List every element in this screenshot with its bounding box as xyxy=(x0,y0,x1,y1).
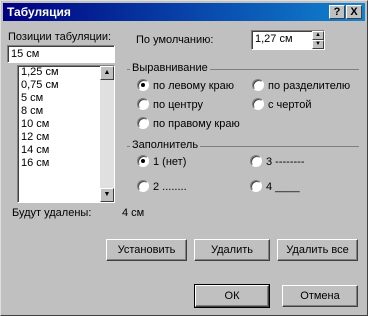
tab-positions-list[interactable]: 1,25 см 0,75 см 5 см 8 см 10 см 12 см 14 см 16 … xyxy=(17,65,115,203)
clear-button[interactable]: Удалить xyxy=(194,239,270,261)
spin-up-icon[interactable]: ▲ xyxy=(312,31,324,40)
leader-underline-radio[interactable]: 4 ____ xyxy=(250,180,300,194)
align-left-label: по левому краю xyxy=(153,80,235,92)
scroll-up-icon[interactable]: ▲ xyxy=(100,66,114,80)
leader-underline-label: 4 ____ xyxy=(266,181,300,193)
leader-none-label: 1 (нет) xyxy=(153,156,187,168)
close-button[interactable]: X xyxy=(346,5,362,19)
align-bar-label: с чертой xyxy=(268,99,312,111)
spin-down-icon[interactable]: ▼ xyxy=(312,40,324,49)
to-clear-label: Будут удалены: xyxy=(12,207,92,219)
list-scrollbar[interactable]: ▲ ▼ xyxy=(100,66,114,202)
clear-all-button[interactable]: Удалить все xyxy=(277,239,358,261)
scroll-down-icon[interactable]: ▼ xyxy=(100,188,114,202)
leader-dashes-radio[interactable]: 3 -------- xyxy=(250,155,304,169)
set-button[interactable]: Установить xyxy=(106,239,187,261)
leader-dots-radio[interactable]: 2 ........ xyxy=(137,180,187,194)
radio-selected-icon xyxy=(137,155,149,167)
tabs-dialog: Табуляция ? X Позиции табуляции: 15 см 1… xyxy=(0,0,368,316)
align-bar-radio[interactable]: с чертой xyxy=(252,98,311,112)
default-tabs-value: 1,27 см xyxy=(255,33,293,45)
leader-dots-label: 2 ........ xyxy=(153,181,187,193)
leader-none-radio[interactable]: 1 (нет) xyxy=(137,155,186,169)
radio-selected-icon xyxy=(137,79,149,91)
align-left-radio[interactable]: по левому краю xyxy=(137,79,234,93)
tab-positions-label: Позиции табуляции: xyxy=(8,31,112,43)
radio-icon xyxy=(137,180,149,192)
align-decimal-label: по разделителю xyxy=(268,80,351,92)
align-center-label: по центру xyxy=(153,99,204,111)
leader-dashes-label: 3 -------- xyxy=(266,156,305,168)
align-right-radio[interactable]: по правому краю xyxy=(137,117,240,131)
align-center-radio[interactable]: по центру xyxy=(137,98,203,112)
cancel-button[interactable]: Отмена xyxy=(282,285,358,307)
to-clear-value: 4 см xyxy=(122,207,145,219)
radio-icon xyxy=(250,180,262,192)
dialog-title: Табуляция xyxy=(7,5,71,19)
radio-icon xyxy=(137,117,149,129)
align-decimal-radio[interactable]: по разделителю xyxy=(252,79,350,93)
leader-title: Заполнитель xyxy=(130,139,201,152)
title-bar[interactable]: Табуляция ? X xyxy=(3,3,365,21)
radio-icon xyxy=(252,79,264,91)
tab-position-value: 15 см xyxy=(11,48,40,60)
help-button[interactable]: ? xyxy=(329,5,345,19)
radio-icon xyxy=(137,98,149,110)
tab-position-input[interactable]: 15 см xyxy=(7,45,115,63)
default-tabs-spinner[interactable]: 1,27 см ▲ ▼ xyxy=(251,30,325,50)
ok-button[interactable]: ОК xyxy=(194,284,270,308)
alignment-title: Выравнивание xyxy=(130,62,210,75)
radio-icon xyxy=(252,98,264,110)
radio-icon xyxy=(250,155,262,167)
default-tabs-label: По умолчанию: xyxy=(136,34,214,46)
align-right-label: по правому краю xyxy=(153,118,240,130)
